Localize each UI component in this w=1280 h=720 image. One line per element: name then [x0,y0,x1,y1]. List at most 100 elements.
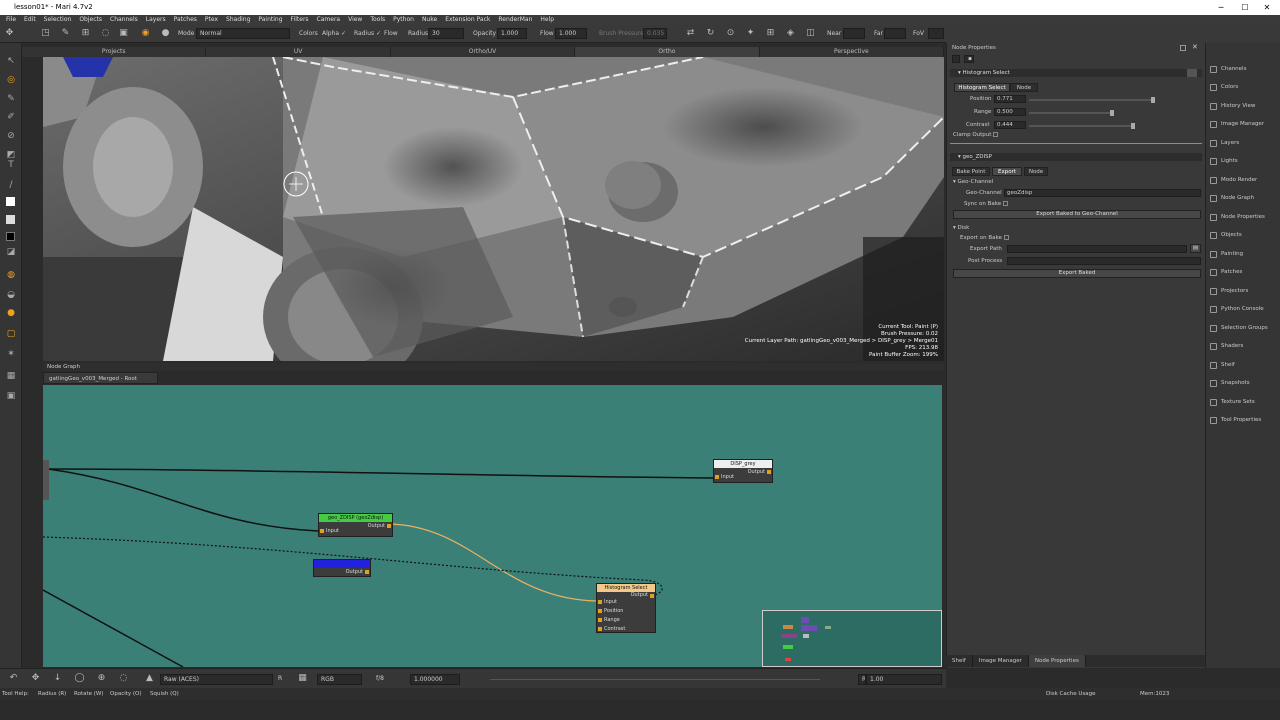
node-graph-minimap[interactable] [762,610,942,667]
orbit-icon[interactable]: ◯ [74,673,85,684]
node-disp-grey[interactable]: DISP_grey Output Input [713,459,773,483]
tab-image-manager[interactable]: Image Manager [973,655,1029,667]
palette-objects[interactable]: Objects [1210,229,1278,242]
mask-icon[interactable]: ◒ [5,289,17,301]
alpha-toggle[interactable]: Alpha ✓ [322,30,346,37]
menu-patches[interactable]: Patches [174,15,197,25]
paint-tool-icon[interactable]: ◎ [5,74,17,86]
menu-tools[interactable]: Tools [370,15,385,25]
mirror-icon[interactable]: ⇄ [685,28,696,39]
input-port[interactable]: Input [597,598,655,607]
menu-filters[interactable]: Filters [291,15,309,25]
position-slider[interactable] [1029,97,1155,103]
palette-layers[interactable]: Layers [1210,137,1278,150]
export-baked-geo-button[interactable]: Export Baked to Geo-Channel [953,210,1201,219]
text-tool-icon[interactable]: T [5,159,17,171]
paint-tool-icon[interactable]: ◉ [140,28,151,39]
export-on-bake-checkbox[interactable] [1003,235,1009,240]
palette-node-properties[interactable]: Node Properties [1210,211,1278,224]
tab-perspective[interactable]: Perspective [760,47,945,57]
palette-selection-groups[interactable]: Selection Groups [1210,322,1278,335]
menu-painting[interactable]: Painting [258,15,282,25]
pin-icon[interactable]: ✦ [745,28,756,39]
snapshot-icon[interactable]: ▦ [5,370,17,382]
fov-input[interactable] [928,28,944,39]
background-color-swatch[interactable] [6,232,15,241]
export-path-input[interactable] [1007,245,1187,253]
palette-lights[interactable]: Lights [1210,155,1278,168]
range-input[interactable]: 0.500 [994,108,1026,116]
node-histogram-select[interactable]: Histogram Select Output Input Position R… [596,583,656,633]
geo-channel-select[interactable]: geoZdisp [1004,189,1201,197]
lock-icon[interactable]: ⊙ [725,28,736,39]
tab-node[interactable]: Node [1010,83,1038,92]
node-graph-tab[interactable]: gatlingGeo_v003_Merged - Root [43,372,158,384]
output-port[interactable]: Output [314,568,370,576]
tab-shelf[interactable]: Shelf [946,655,973,667]
move-icon[interactable]: ✥ [4,28,15,39]
transform-icon[interactable]: ⊞ [80,28,91,39]
exposure-r-field[interactable]: R [858,674,866,685]
dropper-icon[interactable]: ✎ [5,93,17,105]
mode-select[interactable]: Normal [196,28,290,39]
contrast-input[interactable]: 0.444 [994,121,1026,129]
stamp-icon[interactable]: ▢ [5,328,17,340]
geo-channel-section[interactable]: ▾ Geo-Channel [953,179,993,185]
palette-snapshots[interactable]: Snapshots [1210,377,1278,390]
flow-input[interactable]: 1.000 [555,28,587,39]
record-icon[interactable]: ● [160,28,171,39]
palette-image-manager[interactable]: Image Manager [1210,118,1278,131]
palette-history-view[interactable]: History View [1210,100,1278,113]
palette-modo-render[interactable]: Modo Render [1210,174,1278,187]
palette-python-console[interactable]: Python Console [1210,303,1278,316]
geo-zdisp-section-header[interactable]: ▾ geo_ZDISP [950,153,1202,161]
post-process-input[interactable] [1007,257,1201,265]
undock-icon[interactable] [1180,45,1186,51]
down-arrow-icon[interactable]: ↓ [52,673,63,684]
channel-select[interactable]: RGB [317,674,362,685]
palette-painting[interactable]: Painting [1210,248,1278,261]
colorspace-select[interactable]: Raw (ACES) [160,674,273,685]
palette-texture-sets[interactable]: Texture Sets [1210,396,1278,409]
palette-tool-properties[interactable]: Tool Properties [1210,414,1278,427]
dotted-circle-icon[interactable]: ◌ [118,673,129,684]
select-icon[interactable]: ◳ [40,28,51,39]
export-baked-button[interactable]: Export Baked [953,269,1201,278]
disk-section[interactable]: ▾ Disk [953,225,969,231]
color-swatch[interactable] [6,215,15,224]
menu-python[interactable]: Python [393,15,414,25]
node-graph-canvas[interactable]: DISP_grey Output Input geo_ZDISP (geoZdi… [43,385,942,667]
node-geo-zdisp[interactable]: geo_ZDISP (geoZdisp) Output Input [318,513,393,537]
palette-patches[interactable]: Patches [1210,266,1278,279]
menu-file[interactable]: File [6,15,16,25]
menu-objects[interactable]: Objects [79,15,102,25]
close-button[interactable]: ✕ [1256,0,1278,15]
tab-ortho[interactable]: Ortho [575,47,760,57]
palette-node-graph[interactable]: Node Graph [1210,192,1278,205]
menu-ptex[interactable]: Ptex [205,15,218,25]
brush-tool-icon[interactable]: ✐ [5,111,17,123]
menu-shading[interactable]: Shading [226,15,250,25]
far-input[interactable] [884,28,906,39]
brush-icon[interactable]: ✎ [60,28,71,39]
opacity-input[interactable]: 1.000 [497,28,527,39]
tab-bake-point[interactable]: Bake Point [952,167,990,176]
contrast-port[interactable]: Contrast [597,625,655,634]
tab-projects[interactable]: Projects [22,47,207,57]
menu-camera[interactable]: Camera [317,15,341,25]
undo-icon[interactable]: ↶ [8,673,19,684]
pin-properties-button[interactable]: ▪ [964,55,974,63]
menu-renderman[interactable]: RenderMan [498,15,532,25]
maximize-button[interactable]: ☐ [1234,0,1256,15]
pan-icon[interactable]: ✥ [30,673,41,684]
menu-selection[interactable]: Selection [44,15,72,25]
frame-tool-icon[interactable]: ▣ [5,390,17,402]
camera-icon[interactable]: ◈ [785,28,796,39]
histogram-section-header[interactable]: ▾ Histogram Select [950,69,1202,77]
range-port[interactable]: Range [597,616,655,625]
browse-folder-icon[interactable]: ▤ [1190,244,1201,253]
target-icon[interactable]: ⊕ [96,673,107,684]
star-icon[interactable]: ✶ [5,348,17,360]
tab-node[interactable]: Node [1024,167,1048,176]
near-input[interactable] [843,28,865,39]
